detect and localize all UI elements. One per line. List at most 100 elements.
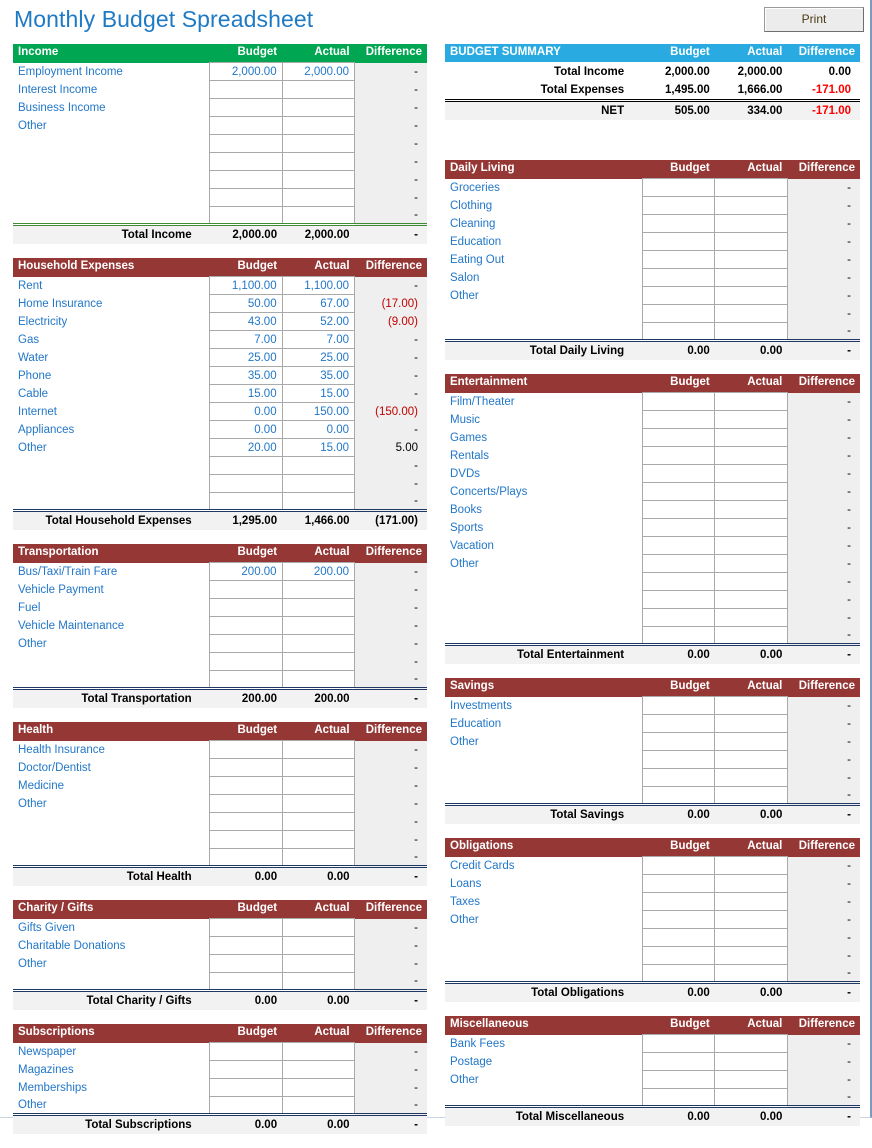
actual-cell[interactable] bbox=[714, 750, 788, 769]
actual-cell[interactable] bbox=[714, 590, 788, 609]
actual-cell[interactable] bbox=[714, 554, 788, 573]
actual-cell[interactable] bbox=[714, 856, 788, 875]
budget-cell[interactable] bbox=[209, 598, 283, 617]
budget-cell[interactable] bbox=[209, 918, 283, 937]
actual-cell[interactable] bbox=[281, 188, 356, 207]
actual-cell[interactable] bbox=[281, 812, 356, 831]
budget-cell[interactable] bbox=[209, 134, 283, 153]
actual-cell[interactable] bbox=[714, 786, 788, 805]
actual-cell[interactable] bbox=[281, 758, 356, 777]
actual-cell[interactable] bbox=[281, 616, 356, 635]
budget-cell[interactable] bbox=[209, 936, 283, 955]
budget-cell[interactable] bbox=[209, 456, 283, 475]
actual-cell[interactable] bbox=[714, 626, 788, 645]
budget-cell[interactable] bbox=[209, 580, 283, 599]
actual-cell[interactable] bbox=[281, 1078, 356, 1097]
budget-cell[interactable] bbox=[641, 232, 716, 251]
actual-cell[interactable] bbox=[714, 232, 788, 251]
budget-cell[interactable]: 43.00 bbox=[209, 312, 283, 331]
budget-cell[interactable] bbox=[209, 1042, 283, 1061]
actual-cell[interactable] bbox=[714, 250, 788, 269]
budget-cell[interactable] bbox=[641, 500, 716, 519]
actual-cell[interactable] bbox=[714, 714, 788, 733]
budget-cell[interactable] bbox=[209, 474, 283, 493]
budget-cell[interactable] bbox=[641, 482, 716, 501]
actual-cell[interactable] bbox=[281, 1060, 356, 1079]
actual-cell[interactable] bbox=[714, 446, 788, 465]
budget-cell[interactable] bbox=[209, 972, 283, 991]
print-button[interactable]: Print bbox=[764, 7, 864, 32]
budget-cell[interactable] bbox=[641, 518, 716, 537]
budget-cell[interactable] bbox=[641, 892, 716, 911]
budget-cell[interactable]: 35.00 bbox=[209, 366, 283, 385]
actual-cell[interactable] bbox=[281, 972, 356, 991]
actual-cell[interactable]: 0.00 bbox=[281, 420, 356, 439]
budget-cell[interactable] bbox=[209, 116, 283, 135]
budget-cell[interactable]: 50.00 bbox=[209, 294, 283, 313]
budget-cell[interactable]: 2,000.00 bbox=[209, 62, 283, 81]
budget-cell[interactable] bbox=[209, 616, 283, 635]
actual-cell[interactable] bbox=[714, 696, 788, 715]
budget-cell[interactable] bbox=[641, 322, 716, 341]
budget-cell[interactable] bbox=[209, 634, 283, 653]
actual-cell[interactable] bbox=[281, 794, 356, 813]
actual-cell[interactable] bbox=[714, 518, 788, 537]
actual-cell[interactable] bbox=[281, 152, 356, 171]
actual-cell[interactable] bbox=[714, 1034, 788, 1053]
budget-cell[interactable] bbox=[641, 572, 716, 591]
actual-cell[interactable] bbox=[281, 580, 356, 599]
actual-cell[interactable]: 25.00 bbox=[281, 348, 356, 367]
budget-cell[interactable] bbox=[209, 492, 283, 511]
budget-cell[interactable] bbox=[641, 1034, 716, 1053]
actual-cell[interactable]: 15.00 bbox=[281, 384, 356, 403]
budget-cell[interactable] bbox=[641, 392, 716, 411]
actual-cell[interactable]: 67.00 bbox=[281, 294, 356, 313]
budget-cell[interactable] bbox=[641, 446, 716, 465]
actual-cell[interactable] bbox=[714, 428, 788, 447]
actual-cell[interactable] bbox=[281, 936, 356, 955]
budget-cell[interactable] bbox=[209, 1060, 283, 1079]
actual-cell[interactable] bbox=[281, 134, 356, 153]
actual-cell[interactable] bbox=[281, 830, 356, 849]
actual-cell[interactable] bbox=[714, 874, 788, 893]
actual-cell[interactable] bbox=[281, 116, 356, 135]
actual-cell[interactable] bbox=[281, 170, 356, 189]
actual-cell[interactable] bbox=[714, 178, 788, 197]
budget-cell[interactable] bbox=[641, 768, 716, 787]
actual-cell[interactable]: 15.00 bbox=[281, 438, 356, 457]
budget-cell[interactable] bbox=[209, 206, 283, 225]
actual-cell[interactable] bbox=[714, 1070, 788, 1089]
budget-cell[interactable] bbox=[641, 928, 716, 947]
actual-cell[interactable] bbox=[714, 910, 788, 929]
budget-cell[interactable] bbox=[209, 80, 283, 99]
budget-cell[interactable] bbox=[209, 776, 283, 795]
budget-cell[interactable] bbox=[209, 1078, 283, 1097]
budget-cell[interactable] bbox=[209, 740, 283, 759]
actual-cell[interactable] bbox=[281, 206, 356, 225]
actual-cell[interactable] bbox=[714, 946, 788, 965]
budget-cell[interactable] bbox=[641, 964, 716, 983]
budget-cell[interactable] bbox=[641, 268, 716, 287]
actual-cell[interactable] bbox=[281, 670, 356, 689]
budget-cell[interactable] bbox=[209, 670, 283, 689]
budget-cell[interactable] bbox=[209, 954, 283, 973]
actual-cell[interactable] bbox=[714, 964, 788, 983]
actual-cell[interactable] bbox=[714, 214, 788, 233]
budget-cell[interactable]: 25.00 bbox=[209, 348, 283, 367]
budget-cell[interactable] bbox=[641, 1052, 716, 1071]
budget-cell[interactable] bbox=[209, 170, 283, 189]
actual-cell[interactable] bbox=[714, 304, 788, 323]
budget-cell[interactable] bbox=[641, 250, 716, 269]
budget-cell[interactable] bbox=[641, 1088, 716, 1107]
actual-cell[interactable] bbox=[281, 1042, 356, 1061]
budget-cell[interactable] bbox=[209, 188, 283, 207]
actual-cell[interactable] bbox=[714, 572, 788, 591]
actual-cell[interactable] bbox=[714, 482, 788, 501]
budget-cell[interactable] bbox=[209, 652, 283, 671]
budget-cell[interactable] bbox=[641, 1070, 716, 1089]
actual-cell[interactable] bbox=[281, 954, 356, 973]
budget-cell[interactable] bbox=[641, 608, 716, 627]
actual-cell[interactable] bbox=[714, 286, 788, 305]
actual-cell[interactable] bbox=[714, 928, 788, 947]
actual-cell[interactable]: 52.00 bbox=[281, 312, 356, 331]
